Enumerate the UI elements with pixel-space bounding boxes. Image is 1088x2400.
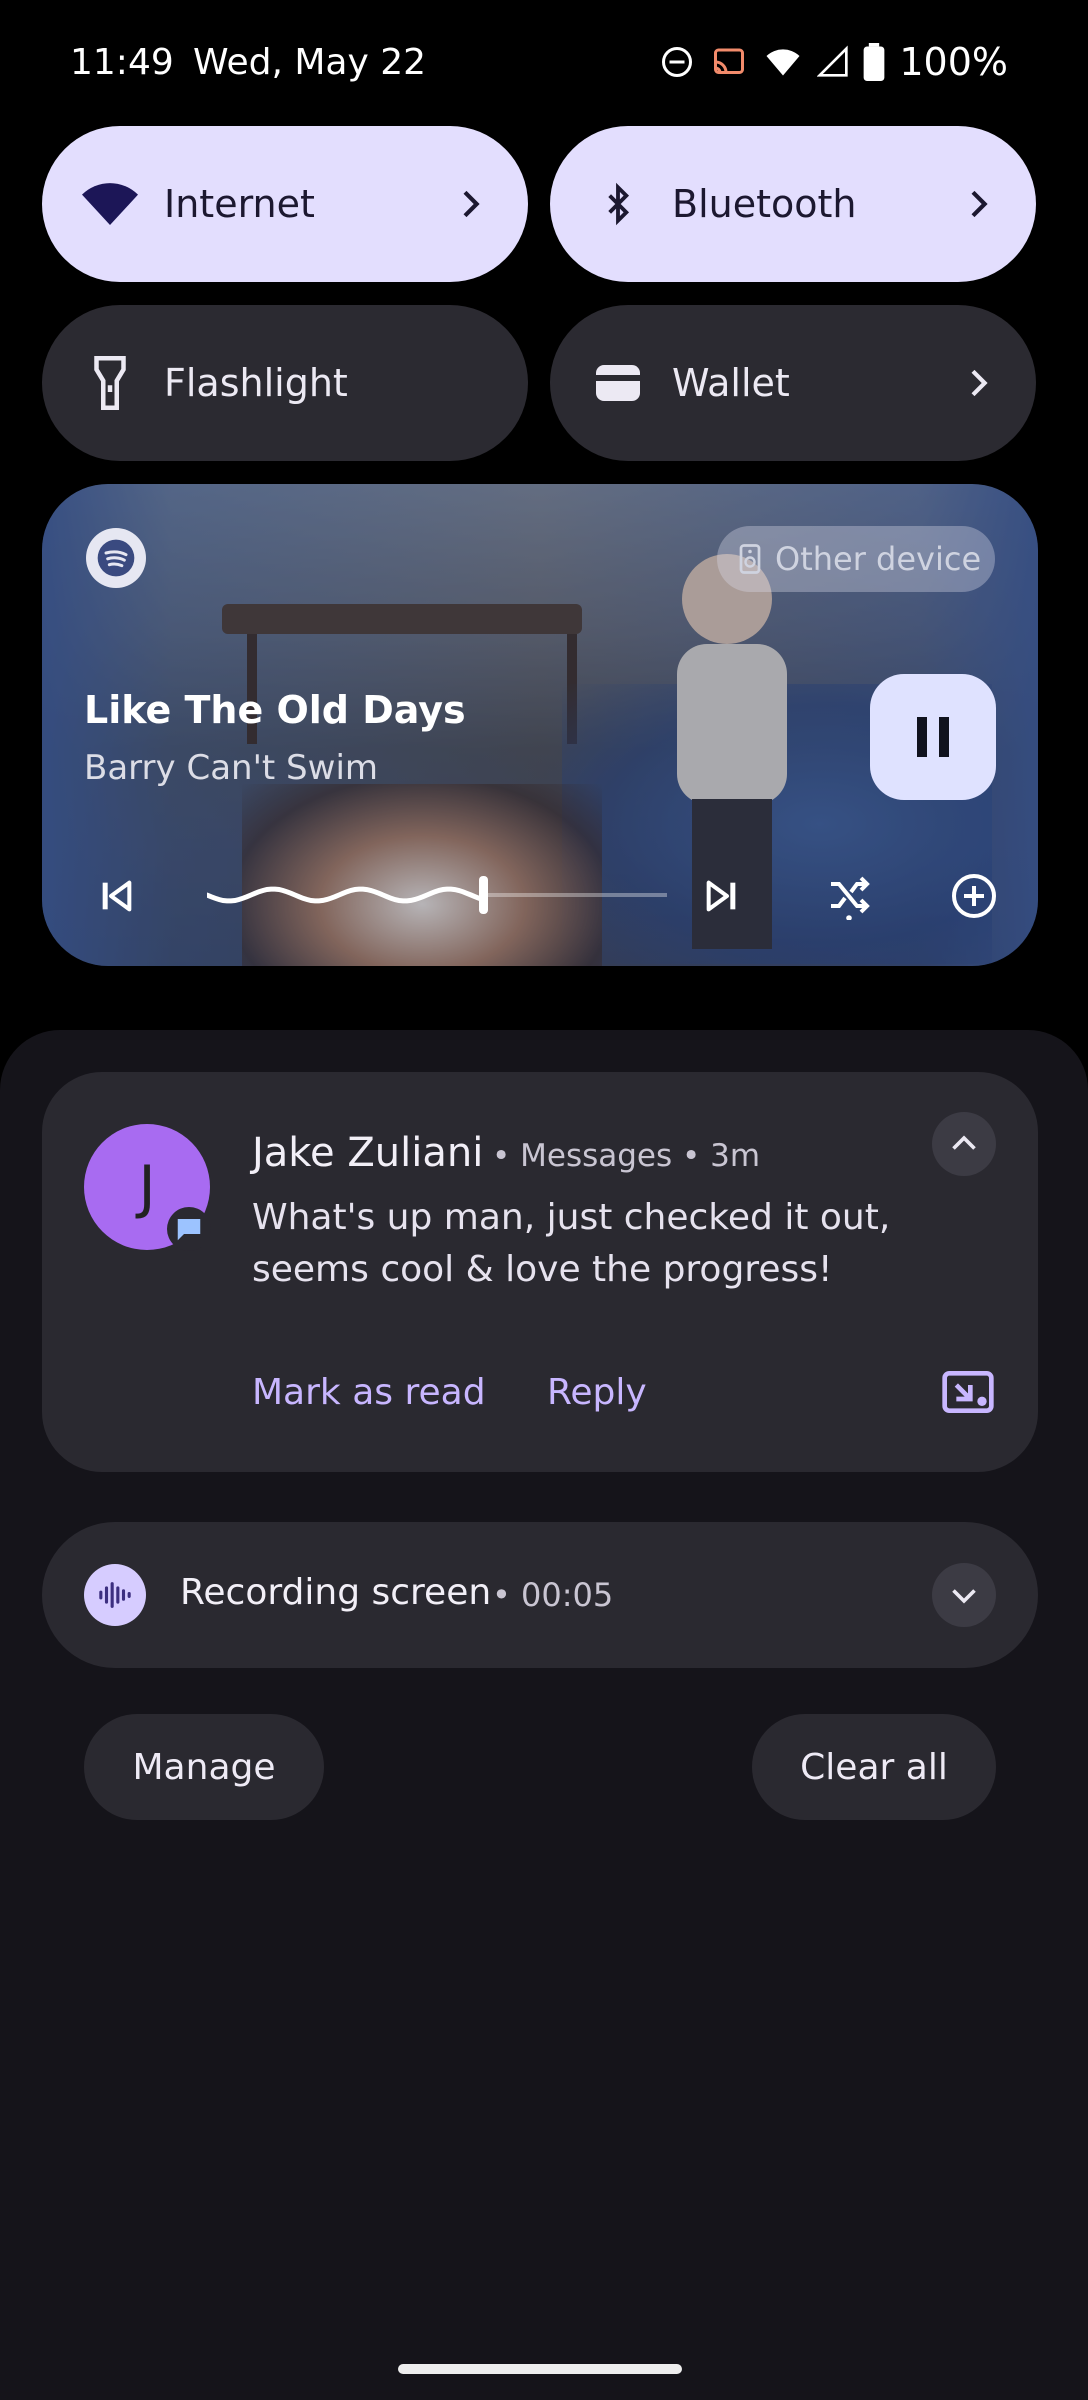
- status-date: Wed, May 22: [193, 42, 427, 83]
- tile-label: Internet: [164, 182, 315, 226]
- clear-all-button[interactable]: Clear all: [752, 1714, 996, 1820]
- previous-button[interactable]: [86, 866, 146, 926]
- messages-badge-icon: [167, 1207, 211, 1251]
- tile-bluetooth[interactable]: Bluetooth: [550, 126, 1036, 282]
- add-circle-icon: [952, 874, 996, 918]
- shuffle-icon: [831, 876, 870, 920]
- song-artist: Barry Can't Swim: [84, 748, 379, 788]
- home-indicator[interactable]: [398, 2364, 682, 2374]
- chevron-down-icon: [952, 1589, 976, 1604]
- sender-name: Jake Zuliani: [252, 1130, 484, 1176]
- tile-flashlight[interactable]: Flashlight: [42, 305, 528, 461]
- chevron-right-icon: [971, 190, 988, 218]
- wifi-icon: [766, 49, 800, 76]
- dnd-icon: [662, 47, 693, 77]
- skip-previous-icon: [102, 880, 132, 912]
- tile-wallet[interactable]: Wallet: [550, 305, 1036, 461]
- tile-internet[interactable]: Internet: [42, 126, 528, 282]
- pause-button[interactable]: [870, 674, 996, 800]
- tile-label: Flashlight: [164, 361, 348, 405]
- battery-icon: [863, 43, 885, 81]
- recording-notification[interactable]: Recording screen • 00:05: [42, 1522, 1038, 1668]
- chevron-right-icon: [463, 190, 480, 218]
- mark-as-read-button[interactable]: Mark as read: [252, 1372, 486, 1413]
- bluetooth-icon: [588, 174, 648, 234]
- collapse-button[interactable]: [932, 1112, 996, 1176]
- seek-bar[interactable]: [207, 860, 667, 930]
- chevron-up-icon: [952, 1135, 976, 1150]
- chevron-right-icon: [971, 369, 988, 397]
- reply-button[interactable]: Reply: [547, 1372, 647, 1413]
- song-title: Like The Old Days: [84, 688, 466, 732]
- battery-percent: 100%: [899, 40, 1008, 84]
- output-device-chip[interactable]: Other device: [717, 526, 995, 592]
- spotify-icon: [86, 528, 146, 588]
- avatar-initial: J: [138, 1153, 156, 1221]
- status-time: 11:49: [70, 42, 174, 83]
- audio-wave-icon: [84, 1564, 146, 1626]
- recording-title: Recording screen: [180, 1572, 492, 1613]
- notification-meta: • Messages • 3m: [492, 1138, 761, 1174]
- expand-button[interactable]: [932, 1563, 996, 1627]
- flashlight-icon: [80, 353, 140, 413]
- bubble-icon[interactable]: [940, 1364, 996, 1420]
- next-button[interactable]: [692, 866, 752, 926]
- pause-icon: [917, 717, 949, 757]
- skip-next-icon: [706, 880, 736, 912]
- output-device-label: Other device: [775, 540, 982, 578]
- media-player[interactable]: Other device Like The Old Days Barry Can…: [42, 484, 1038, 966]
- recording-time: • 00:05: [492, 1576, 614, 1614]
- add-to-library-button[interactable]: [944, 866, 1004, 926]
- cast-icon: [714, 48, 745, 74]
- wifi-icon: [80, 174, 140, 234]
- manage-button[interactable]: Manage: [84, 1714, 324, 1820]
- message-notification[interactable]: J Jake Zuliani • Messages • 3m What's up…: [42, 1072, 1038, 1472]
- message-body: What's up man, just checked it out, seem…: [252, 1197, 891, 1290]
- tile-label: Wallet: [672, 361, 790, 405]
- shuffle-button[interactable]: [819, 866, 879, 926]
- wallet-icon: [588, 353, 648, 413]
- tile-label: Bluetooth: [672, 182, 857, 226]
- speaker-icon: [739, 544, 761, 574]
- status-icons: 100%: [659, 40, 1008, 84]
- status-bar: 11:49 Wed, May 22 100%: [0, 36, 1088, 92]
- signal-icon: [817, 45, 849, 77]
